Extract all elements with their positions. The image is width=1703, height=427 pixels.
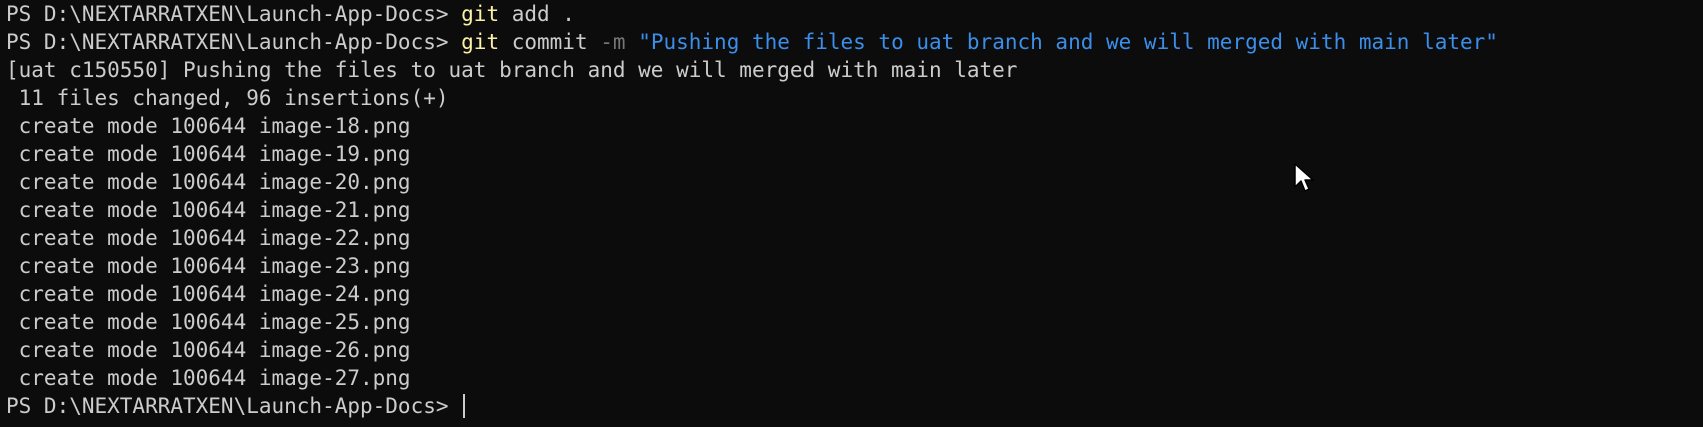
output-file-line: create mode 100644 image-27.png xyxy=(6,366,411,390)
output-file-line: create mode 100644 image-23.png xyxy=(6,254,411,278)
prompt: PS D:\NEXTARRATXEN\Launch-App-Docs> xyxy=(6,394,462,418)
prompt: PS D:\NEXTARRATXEN\Launch-App-Docs> xyxy=(6,2,462,26)
command-flag: -m xyxy=(600,30,626,54)
prompt-line-git-commit: PS D:\NEXTARRATXEN\Launch-App-Docs> git … xyxy=(6,28,1703,56)
output-file-line: create mode 100644 image-22.png xyxy=(6,226,411,250)
command-git: git xyxy=(461,2,500,26)
output-file-line: create mode 100644 image-25.png xyxy=(6,310,411,334)
mouse-pointer-icon xyxy=(1294,163,1314,192)
command-git: git xyxy=(461,30,500,54)
output-file-line: create mode 100644 image-21.png xyxy=(6,198,411,222)
output-summary: 11 files changed, 96 insertions(+) xyxy=(6,86,449,110)
terminal-window[interactable]: PS D:\NEXTARRATXEN\Launch-App-Docs> git … xyxy=(0,0,1703,427)
commit-message-string: "Pushing the files to uat branch and we … xyxy=(638,30,1498,54)
output-commit-line: [uat c150550] Pushing the files to uat b… xyxy=(6,58,1018,82)
output-file-line: create mode 100644 image-18.png xyxy=(6,114,411,138)
output-file-line: create mode 100644 image-19.png xyxy=(6,142,411,166)
active-prompt-line[interactable]: PS D:\NEXTARRATXEN\Launch-App-Docs> xyxy=(6,392,1703,420)
command-args: commit xyxy=(499,30,601,54)
command-args: add . xyxy=(499,2,575,26)
output-file-line: create mode 100644 image-26.png xyxy=(6,338,411,362)
prompt-line-git-add: PS D:\NEXTARRATXEN\Launch-App-Docs> git … xyxy=(6,0,1703,28)
output-file-line: create mode 100644 image-20.png xyxy=(6,170,411,194)
text-cursor xyxy=(463,394,466,418)
prompt: PS D:\NEXTARRATXEN\Launch-App-Docs> xyxy=(6,30,462,54)
output-file-line: create mode 100644 image-24.png xyxy=(6,282,411,306)
